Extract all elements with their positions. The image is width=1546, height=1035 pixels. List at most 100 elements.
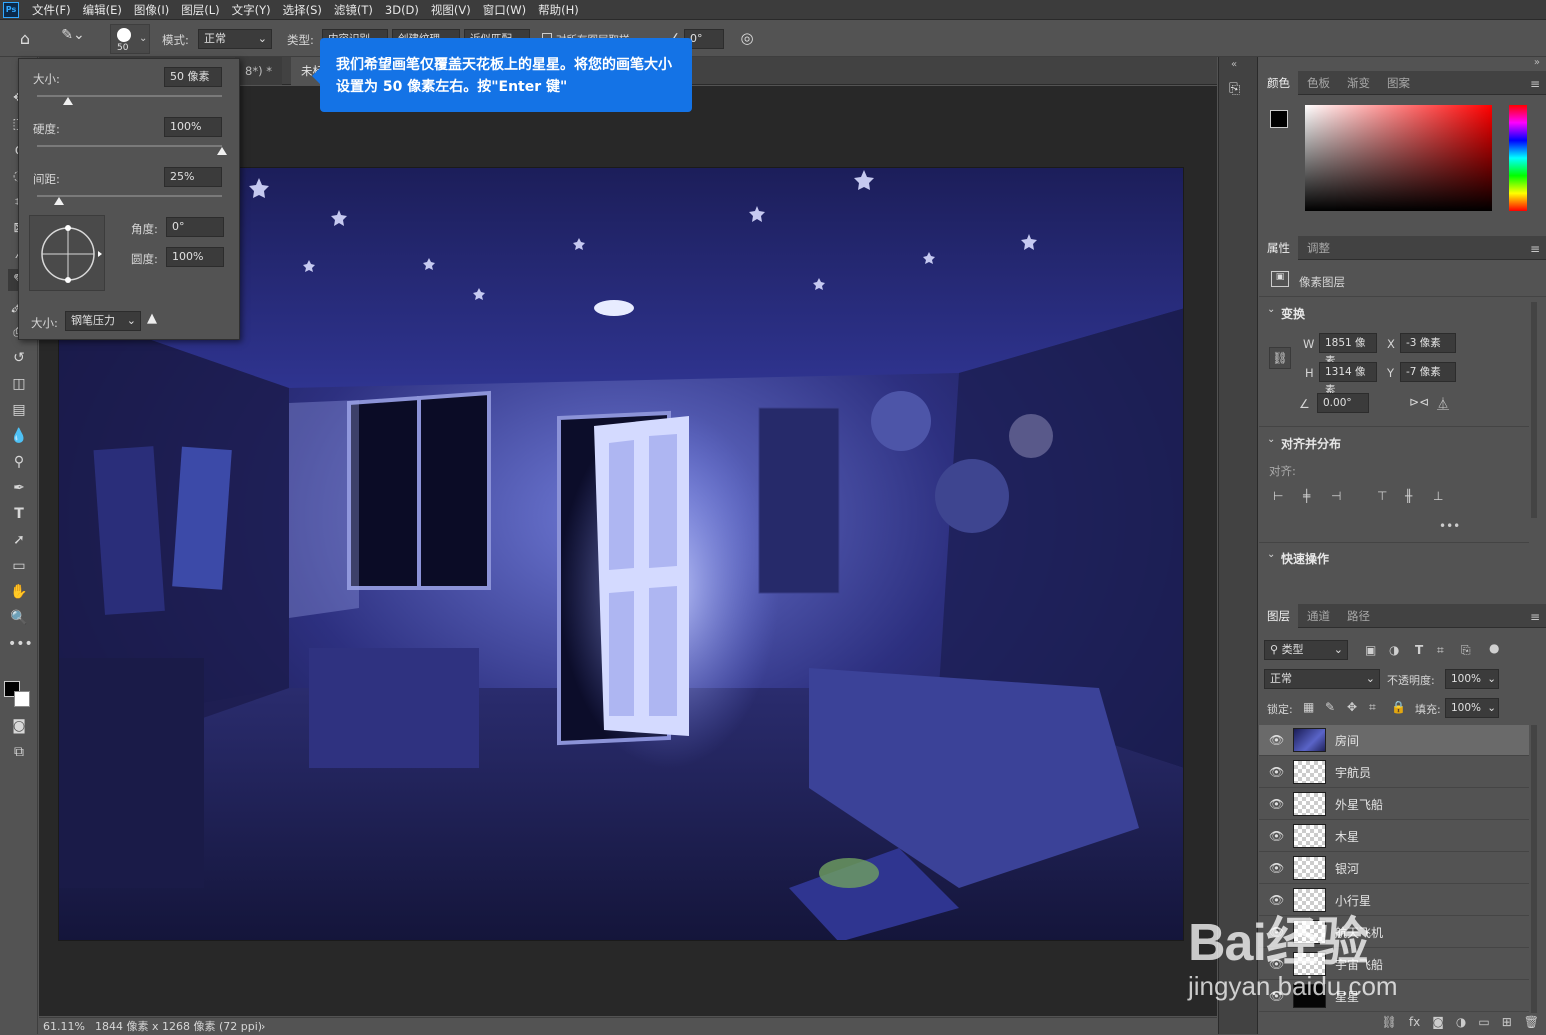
eye-icon[interactable]: 👁	[1269, 957, 1284, 971]
chevron-right-icon[interactable]: ›	[261, 1018, 265, 1035]
filter-pixel-icon[interactable]: ▣	[1365, 643, 1376, 657]
layer-row[interactable]: 👁 星星	[1259, 981, 1529, 1012]
hardness-slider[interactable]	[37, 145, 222, 147]
tab-adjustments[interactable]: 调整	[1299, 236, 1338, 260]
menu-item[interactable]: 帮助(H)	[532, 2, 585, 18]
eye-icon[interactable]: 👁	[1269, 829, 1284, 843]
pen-tool-icon[interactable]: ✒	[8, 477, 30, 499]
roundness-input[interactable]: 100%	[166, 247, 224, 267]
hue-slider[interactable]	[1509, 105, 1527, 211]
lock-position-icon[interactable]: ✥	[1347, 700, 1357, 714]
mode-select[interactable]: 正常 ⌄	[198, 29, 272, 49]
x-input[interactable]: -3 像素	[1400, 333, 1456, 353]
tab-document-1[interactable]: 8*) *	[235, 57, 282, 85]
width-input[interactable]: 1851 像素	[1319, 333, 1377, 367]
foreground-color[interactable]	[1270, 110, 1288, 128]
eye-icon[interactable]: 👁	[1269, 765, 1284, 779]
collapse-icon[interactable]: «	[1231, 59, 1237, 70]
filter-shape-icon[interactable]: ⌗	[1437, 643, 1444, 658]
layers-scrollbar[interactable]	[1531, 725, 1537, 1013]
filter-type-icon[interactable]: T	[1415, 643, 1423, 657]
brush-preset-picker[interactable]: 50 ⌄	[110, 24, 150, 54]
align-middle-v-icon[interactable]: ╫	[1405, 489, 1412, 503]
healing-brush-tool-preset-icon[interactable]: ✎⌄	[56, 27, 90, 49]
brush-tip-preview[interactable]	[29, 215, 105, 291]
tab-paths[interactable]: 路径	[1339, 604, 1378, 628]
align-bottom-icon[interactable]: ⊥	[1433, 489, 1443, 503]
menu-item[interactable]: 编辑(E)	[77, 2, 128, 18]
layer-row[interactable]: 👁 宇航员	[1259, 757, 1529, 788]
lock-all-icon[interactable]: 🔒	[1391, 700, 1406, 714]
tab-properties[interactable]: 属性	[1259, 236, 1298, 260]
spacing-slider-thumb[interactable]	[54, 197, 65, 205]
align-center-h-icon[interactable]: ╪	[1303, 489, 1310, 503]
tab-layers[interactable]: 图层	[1259, 604, 1298, 628]
properties-scrollbar[interactable]	[1531, 302, 1537, 518]
chevron-down-icon[interactable]: ⌄	[1267, 304, 1275, 315]
more-tools-icon[interactable]: •••	[8, 633, 33, 655]
hardness-slider-thumb[interactable]	[217, 147, 227, 155]
layer-row[interactable]: 👁 房间	[1259, 725, 1529, 756]
zoom-level[interactable]: 61.11%	[43, 1018, 85, 1035]
home-icon[interactable]: ⌂	[14, 29, 36, 49]
collapse-panels-icon[interactable]: »	[1534, 57, 1540, 68]
eye-icon[interactable]: 👁	[1269, 797, 1284, 811]
panel-menu-icon[interactable]: ≡	[1530, 242, 1540, 256]
spacing-slider[interactable]	[37, 195, 222, 197]
filter-smart-object-icon[interactable]: ⎘	[1461, 643, 1471, 658]
align-left-icon[interactable]: ⊢	[1273, 489, 1283, 503]
history-brush-tool-icon[interactable]: ↺	[8, 347, 30, 369]
align-right-icon[interactable]: ⊣	[1331, 489, 1341, 503]
pressure-size-icon[interactable]: ◎	[736, 29, 758, 47]
delete-layer-icon[interactable]: 🗑	[1524, 1015, 1539, 1033]
panel-menu-icon[interactable]: ≡	[1530, 610, 1540, 624]
lock-image-icon[interactable]: ✎	[1325, 700, 1335, 714]
eye-icon[interactable]: 👁	[1269, 893, 1284, 907]
fill-input[interactable]: 100% ⌄	[1445, 698, 1499, 718]
new-group-icon[interactable]: ▭	[1478, 1015, 1489, 1033]
history-panel-icon[interactable]: ⎘	[1229, 81, 1240, 97]
screen-mode-icon[interactable]: ⧉	[8, 741, 30, 763]
hardness-input[interactable]: 100%	[164, 117, 222, 137]
menu-item[interactable]: 3D(D)	[379, 2, 425, 18]
layer-row[interactable]: 👁 外星飞船	[1259, 789, 1529, 820]
menu-item[interactable]: 滤镜(T)	[328, 2, 379, 18]
filter-adjustment-icon[interactable]: ◑	[1389, 643, 1399, 657]
eye-icon[interactable]: 👁	[1269, 989, 1284, 1003]
panel-menu-icon[interactable]: ≡	[1530, 77, 1540, 91]
brush-size-input[interactable]: 50 像素	[164, 67, 222, 87]
chevron-down-icon[interactable]: ⌄	[1267, 549, 1275, 560]
lock-transparent-icon[interactable]: ▦	[1303, 700, 1314, 714]
document-info[interactable]: 1844 像素 x 1268 像素 (72 ppi)	[95, 1018, 262, 1035]
tab-channels[interactable]: 通道	[1299, 604, 1338, 628]
more-options-icon[interactable]: •••	[1439, 519, 1460, 533]
path-select-tool-icon[interactable]: ➚	[8, 529, 30, 551]
pen-pressure-select[interactable]: 钢笔压力 ⌄	[65, 311, 141, 331]
filter-toggle-icon[interactable]: ●	[1489, 641, 1499, 655]
layer-row[interactable]: 👁 宇宙飞船	[1259, 949, 1529, 980]
layer-row[interactable]: 👁 木星	[1259, 821, 1529, 852]
link-layers-icon[interactable]: ⛓	[1382, 1015, 1397, 1033]
angle-input[interactable]: 0°	[166, 217, 224, 237]
height-input[interactable]: 1314 像素	[1319, 362, 1377, 396]
adjustment-layer-icon[interactable]: ◑	[1456, 1015, 1466, 1033]
tab-color[interactable]: 颜色	[1259, 71, 1298, 95]
tab-swatches[interactable]: 色板	[1299, 71, 1338, 95]
link-icon[interactable]: ⛓	[1269, 347, 1291, 369]
opacity-input[interactable]: 100% ⌄	[1445, 669, 1499, 689]
spacing-input[interactable]: 25%	[164, 167, 222, 187]
menu-item[interactable]: 图像(I)	[128, 2, 175, 18]
layer-filter-select[interactable]: ⚲ 类型 ⌄	[1264, 640, 1348, 660]
gradient-tool-icon[interactable]: ▤	[8, 399, 30, 421]
type-tool-icon[interactable]: T	[8, 503, 30, 525]
layer-row[interactable]: 👁 小行星	[1259, 885, 1529, 916]
tab-patterns[interactable]: 图案	[1379, 71, 1418, 95]
flip-horizontal-icon[interactable]: ⊳⊲	[1409, 395, 1429, 409]
menu-item[interactable]: 视图(V)	[425, 2, 477, 18]
chevron-down-icon[interactable]: ⌄	[1267, 434, 1275, 445]
blend-mode-select[interactable]: 正常 ⌄	[1264, 669, 1380, 689]
tab-gradients[interactable]: 渐变	[1339, 71, 1378, 95]
layer-row[interactable]: 👁 航天飞机	[1259, 917, 1529, 948]
rotation-input[interactable]: 0.00°	[1317, 393, 1369, 413]
menu-item[interactable]: 选择(S)	[277, 2, 328, 18]
